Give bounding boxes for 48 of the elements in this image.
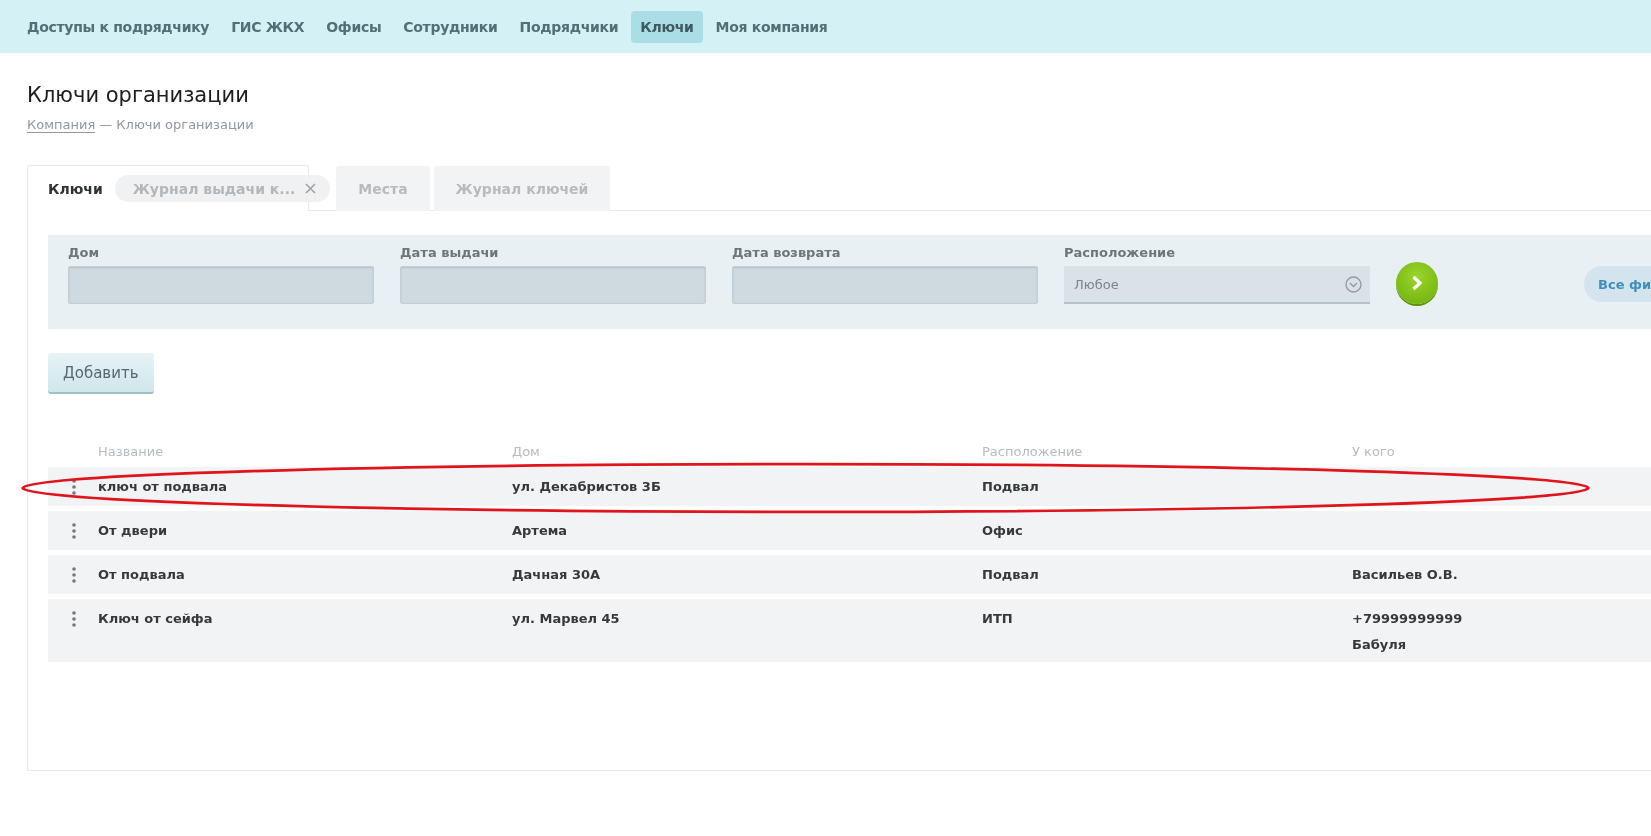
nav-link[interactable]: Офисы: [317, 10, 391, 43]
field-label: Дом: [68, 245, 101, 260]
input-field[interactable]: [400, 266, 706, 304]
table-cell-text: Подвал: [982, 567, 1040, 582]
table-cell-text: Ключ от сейфа: [98, 611, 214, 626]
page-title: Ключи организации: [27, 83, 250, 107]
breadcrumb-current: — Ключи организации: [99, 117, 254, 133]
table-cell-text: Артема: [512, 523, 569, 538]
table-cell-text: Подвал: [982, 479, 1040, 494]
input-field[interactable]: [732, 266, 1038, 304]
table-cell-text: ключ от подвала: [98, 479, 229, 494]
table-cell-text: Дачная 30А: [512, 567, 602, 582]
close-icon[interactable]: [305, 183, 317, 194]
tab-label: Журнал выдачи к...: [132, 180, 296, 197]
field-label: Расположение: [1064, 245, 1177, 260]
table-cell-text: +79999999999: [1352, 611, 1464, 626]
column-header: У кого: [1352, 444, 1396, 459]
chevron-down-icon: [1345, 275, 1362, 293]
add-button[interactable]: Добавить: [48, 353, 154, 392]
field-label: Дата возврата: [732, 245, 842, 260]
table-cell-text: Бабуля: [1352, 637, 1408, 652]
nav-link[interactable]: Подрядчики: [510, 10, 628, 43]
column-header: Название: [98, 444, 165, 459]
table-cell-text: Офис: [982, 523, 1024, 538]
nav-link[interactable]: Ключи: [631, 10, 703, 43]
select-field[interactable]: Любое: [1064, 266, 1370, 304]
breadcrumb-link[interactable]: Компания: [27, 117, 96, 133]
chevron-right-icon: [1411, 275, 1423, 291]
table-cell-text: ИТП: [982, 611, 1014, 626]
table-cell-text: ул. Марвел 45: [512, 611, 621, 626]
more-options-icon[interactable]: [71, 611, 76, 627]
table-cell-text: Васильев О.В.: [1352, 567, 1459, 582]
table-cell-text: От двери: [98, 523, 169, 538]
nav-link[interactable]: Доступы к подрядчику: [18, 10, 219, 43]
submit-button[interactable]: [1396, 262, 1438, 304]
table-cell-text: ул. Декабристов 3Б: [512, 479, 662, 494]
column-header: Дом: [512, 444, 541, 459]
column-header: Расположение: [982, 444, 1084, 459]
all-filters-button[interactable]: Все фи: [1584, 266, 1651, 302]
nav-link[interactable]: Моя компания: [706, 10, 837, 43]
more-options-icon[interactable]: [71, 523, 76, 539]
more-options-icon[interactable]: [71, 567, 76, 583]
nav-link[interactable]: ГИС ЖКХ: [222, 10, 314, 43]
more-options-icon[interactable]: [71, 479, 76, 495]
table-cell-text: От подвала: [98, 567, 186, 582]
field-label: Дата выдачи: [400, 245, 500, 260]
nav-link[interactable]: Сотрудники: [394, 10, 507, 43]
input-field[interactable]: [68, 266, 374, 304]
